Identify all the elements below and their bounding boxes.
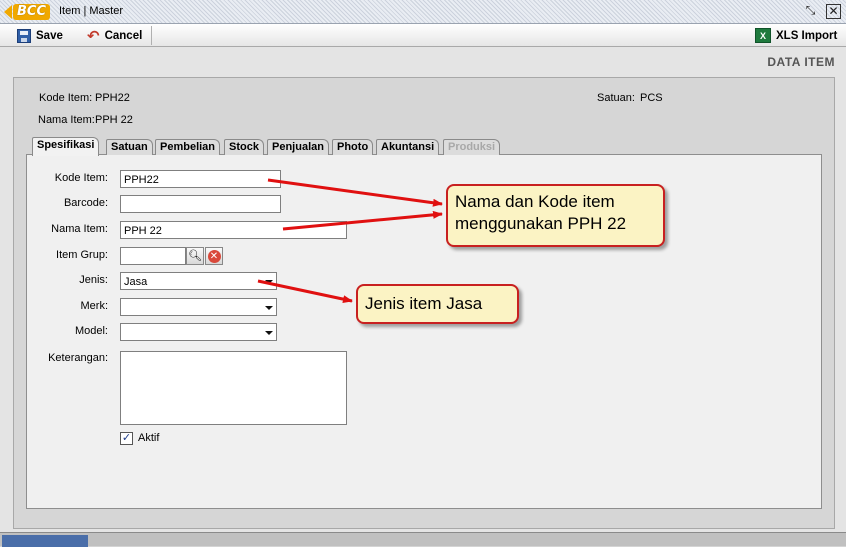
item-grup-label: Item Grup: bbox=[56, 249, 108, 261]
app-logo: BCC bbox=[4, 4, 50, 20]
chevron-down-icon bbox=[265, 331, 273, 335]
nama-item-label: Nama Item: bbox=[51, 223, 108, 235]
window-title: Item | Master bbox=[59, 5, 123, 17]
info-satuan-value: PCS bbox=[640, 92, 663, 104]
undo-icon: ↶ bbox=[87, 27, 100, 45]
model-select[interactable] bbox=[120, 323, 277, 341]
info-nama-label: Nama Item: bbox=[38, 114, 95, 126]
back-arrow-icon bbox=[4, 5, 12, 19]
barcode-label: Barcode: bbox=[63, 197, 108, 209]
tab-photo[interactable]: Photo bbox=[332, 139, 374, 155]
checkmark-icon: ✓ bbox=[121, 432, 132, 444]
info-kode-label: Kode Item: bbox=[39, 92, 93, 104]
tab-pembelian[interactable]: Pembelian bbox=[155, 139, 221, 155]
bottom-bar bbox=[0, 532, 846, 547]
aktif-checkbox[interactable]: ✓ bbox=[120, 432, 133, 445]
callout-jenis: Jenis item Jasa bbox=[356, 284, 519, 324]
excel-icon: X bbox=[755, 28, 771, 43]
tab-akuntansi[interactable]: Akuntansi bbox=[376, 139, 440, 155]
merk-label: Merk: bbox=[80, 300, 109, 312]
aktif-label: Aktif bbox=[138, 432, 160, 444]
nama-item-field[interactable]: PPH 22 bbox=[120, 221, 347, 239]
save-button[interactable]: Save bbox=[17, 26, 63, 45]
toolbar: Save ↶ Cancel X XLS Import bbox=[0, 24, 846, 47]
logo-text: BCC bbox=[13, 4, 50, 20]
chevron-down-icon bbox=[265, 280, 273, 284]
clear-grup-button[interactable]: ✕ bbox=[205, 247, 223, 265]
merk-select[interactable] bbox=[120, 298, 277, 316]
restore-icon[interactable]: ⤡ bbox=[803, 4, 818, 19]
title-bar: BCC Item | Master ⤡ ✕ bbox=[0, 0, 846, 24]
section-title: DATA ITEM bbox=[767, 55, 835, 69]
chevron-down-icon bbox=[265, 306, 273, 310]
info-satuan-label: Satuan: bbox=[597, 92, 635, 104]
clear-icon: ✕ bbox=[207, 250, 221, 263]
jenis-select[interactable]: Jasa bbox=[120, 272, 277, 290]
kode-item-label: Kode Item: bbox=[54, 172, 108, 184]
xls-import-label: XLS Import bbox=[776, 29, 838, 42]
tab-satuan[interactable]: Satuan bbox=[106, 139, 153, 155]
save-button-label: Save bbox=[36, 29, 63, 42]
magnifier-icon: 🔍︎ bbox=[188, 250, 202, 262]
keterangan-textarea[interactable] bbox=[120, 351, 347, 425]
info-nama-value: PPH 22 bbox=[95, 114, 133, 126]
tab-penjualan[interactable]: Penjualan bbox=[267, 139, 329, 155]
tab-stock[interactable]: Stock bbox=[224, 139, 264, 155]
jenis-select-value: Jasa bbox=[124, 276, 148, 288]
tab-produksi: Produksi bbox=[443, 139, 501, 155]
close-icon[interactable]: ✕ bbox=[826, 4, 841, 19]
floppy-disk-icon bbox=[17, 28, 31, 43]
toolbar-separator bbox=[151, 26, 152, 45]
tab-spesifikasi[interactable]: Spesifikasi bbox=[32, 137, 100, 156]
callout-nama-kode: Nama dan Kode item menggunakan PPH 22 bbox=[446, 184, 665, 247]
cancel-button[interactable]: ↶ Cancel bbox=[87, 26, 142, 45]
cancel-button-label: Cancel bbox=[104, 29, 143, 42]
barcode-field[interactable] bbox=[120, 195, 281, 213]
jenis-label: Jenis: bbox=[79, 274, 108, 286]
keterangan-label: Keterangan: bbox=[48, 352, 108, 364]
xls-import-button[interactable]: X XLS Import bbox=[755, 26, 837, 45]
info-kode-value: PPH22 bbox=[95, 92, 130, 104]
item-grup-field[interactable] bbox=[120, 247, 186, 265]
taskbar-tab[interactable] bbox=[2, 535, 88, 547]
search-grup-button[interactable]: 🔍︎ bbox=[186, 247, 204, 265]
kode-item-field[interactable]: PPH22 bbox=[120, 170, 281, 188]
model-label: Model: bbox=[74, 325, 108, 337]
